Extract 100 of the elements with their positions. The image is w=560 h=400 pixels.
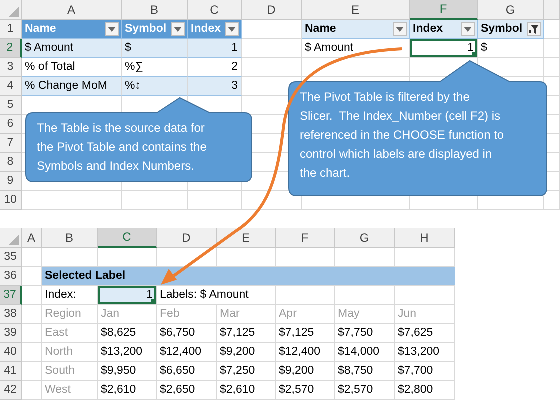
row-header[interactable]: 1 xyxy=(0,20,22,39)
table-cell: North xyxy=(42,343,98,362)
fill-handle[interactable] xyxy=(151,299,156,304)
header-label: Name xyxy=(25,23,56,35)
row-header[interactable]: 4 xyxy=(0,77,22,96)
filter-button[interactable] xyxy=(225,22,239,36)
filter-button[interactable] xyxy=(171,22,185,36)
pivot-cell: $ xyxy=(478,39,544,58)
filter-icon xyxy=(529,24,539,34)
column-label: Mar xyxy=(217,305,276,324)
row-header[interactable]: 41 xyxy=(0,362,22,381)
column-header[interactable]: H xyxy=(395,228,455,248)
table-cell: West xyxy=(42,381,98,400)
table-cell: $12,400 xyxy=(157,343,217,362)
table-cell: $7,625 xyxy=(395,324,455,343)
row-header[interactable]: 5 xyxy=(0,96,22,115)
table-cell: $7,700 xyxy=(395,362,455,381)
column-header[interactable]: D xyxy=(242,0,302,20)
table-cell: $14,000 xyxy=(335,343,395,362)
header-label: Name xyxy=(305,23,336,35)
row-header[interactable]: 2 xyxy=(0,39,22,58)
table-cell: 1 xyxy=(188,39,242,58)
table-cell: $2,800 xyxy=(395,381,455,400)
table-cell: $7,250 xyxy=(217,362,276,381)
column-header[interactable]: B xyxy=(122,0,188,20)
caret-icon xyxy=(228,26,236,32)
table-cell: $ xyxy=(122,39,188,58)
table-cell: $7,125 xyxy=(276,324,335,343)
table-cell: $9,950 xyxy=(98,362,157,381)
row-header[interactable]: 9 xyxy=(0,172,22,191)
table-cell: $2,570 xyxy=(335,381,395,400)
column-header[interactable]: D xyxy=(157,228,217,248)
row-header[interactable]: 3 xyxy=(0,58,22,77)
row-header[interactable]: 10 xyxy=(0,191,22,210)
column-header[interactable]: G xyxy=(478,0,544,20)
table-cell: $ Amount xyxy=(22,39,122,58)
caret-icon xyxy=(396,26,404,32)
column-header[interactable]: A xyxy=(22,228,42,248)
row-header[interactable]: 7 xyxy=(0,134,22,153)
caret-icon xyxy=(108,26,116,32)
row-header[interactable]: 37 xyxy=(0,286,22,305)
empty-cell xyxy=(122,191,188,210)
column-label: Apr xyxy=(276,305,335,324)
column-header[interactable]: G xyxy=(335,228,395,248)
table-cell: $2,610 xyxy=(98,381,157,400)
row-header[interactable]: 38 xyxy=(0,305,22,324)
pivot-cell: $ Amount xyxy=(302,39,410,58)
table-cell: $7,750 xyxy=(335,324,395,343)
callout-text: The Table is the source data for the Pivot Table and contains the Symbols and Index Numbers. xyxy=(37,120,208,175)
row-header[interactable]: 6 xyxy=(0,115,22,134)
table-cell: $8,750 xyxy=(335,362,395,381)
empty-cell xyxy=(188,191,242,210)
row-header[interactable]: 40 xyxy=(0,343,22,362)
row-header[interactable]: 42 xyxy=(0,381,22,400)
fill-handle[interactable] xyxy=(472,52,477,57)
section-title: Selected Label xyxy=(45,270,126,282)
column-header[interactable]: C xyxy=(98,228,157,248)
table-cell: $12,400 xyxy=(276,343,335,362)
column-header[interactable]: A xyxy=(22,0,122,20)
column-header[interactable]: C xyxy=(188,0,242,20)
table-cell: $9,200 xyxy=(217,343,276,362)
table-cell: $6,650 xyxy=(157,362,217,381)
column-label: May xyxy=(335,305,395,324)
table-cell: South xyxy=(42,362,98,381)
empty-cell xyxy=(544,39,560,58)
callout-text: The Pivot Table is filtered by the Slicer. The Index_Number (cell F2) is referenced in the CHOOSE function to control which labels are displayed in the chart. xyxy=(300,89,506,182)
pivot-cell: 1 xyxy=(410,39,478,58)
column-header[interactable]: E xyxy=(217,228,276,248)
row-header[interactable]: 8 xyxy=(0,153,22,172)
table-cell: % Change MoM xyxy=(22,77,122,96)
table-cell: 3 xyxy=(188,77,242,96)
filter-button[interactable] xyxy=(393,22,407,36)
table-cell: $6,750 xyxy=(157,324,217,343)
table-cell: $8,625 xyxy=(98,324,157,343)
table-cell: $9,200 xyxy=(276,362,335,381)
row-header[interactable]: 35 xyxy=(0,248,22,267)
table-cell: $2,650 xyxy=(157,381,217,400)
caret-icon xyxy=(174,26,182,32)
table-cell: Labels: $ Amount xyxy=(157,286,276,305)
column-header[interactable]: F xyxy=(410,0,478,20)
table-cell: East xyxy=(42,324,98,343)
filter-button[interactable] xyxy=(105,22,119,36)
header-label: Symbol xyxy=(125,23,167,35)
table-cell: $13,200 xyxy=(98,343,157,362)
column-header[interactable]: F xyxy=(276,228,335,248)
table-cell: $13,200 xyxy=(395,343,455,362)
input-cell[interactable]: 1 xyxy=(98,286,157,305)
filter-button[interactable] xyxy=(527,22,541,36)
header-label: Symbol xyxy=(481,23,523,35)
table-cell: %↕ xyxy=(122,77,188,96)
row-header[interactable]: 36 xyxy=(0,267,22,286)
column-header[interactable]: E xyxy=(302,0,410,20)
table-cell: $2,610 xyxy=(217,381,276,400)
header-label: Index xyxy=(413,23,444,35)
header-label: Index xyxy=(191,23,222,35)
column-header[interactable]: B xyxy=(42,228,98,248)
column-label: Region xyxy=(42,305,98,324)
row-header[interactable]: 39 xyxy=(0,324,22,343)
column-label: Jan xyxy=(98,305,157,324)
filter-button[interactable] xyxy=(461,22,475,36)
